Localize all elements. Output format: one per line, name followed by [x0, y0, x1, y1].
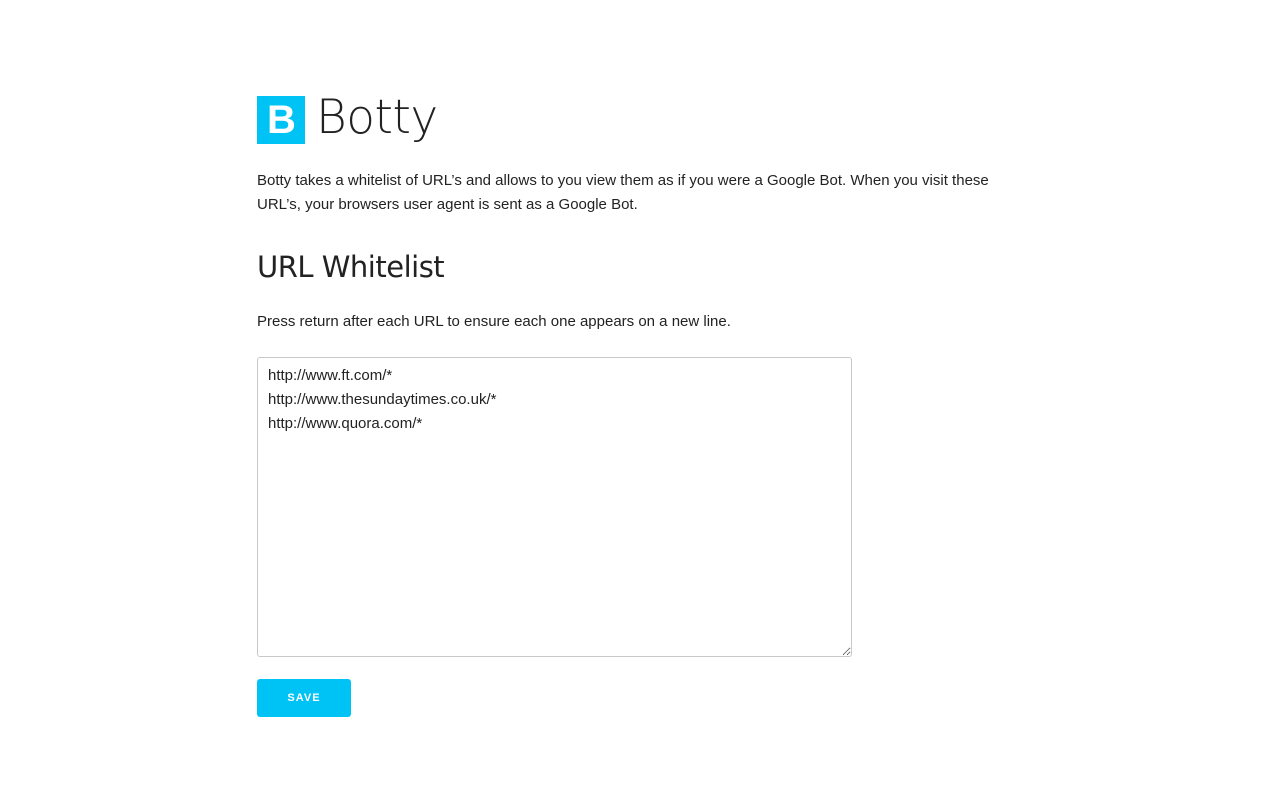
- url-whitelist-textarea[interactable]: http://www.ft.com/* http://www.thesunday…: [257, 357, 852, 657]
- section-title: URL Whitelist: [257, 250, 445, 284]
- app-title: Botty: [316, 90, 438, 145]
- options-page: B Botty Botty takes a whitelist of URL’s…: [257, 90, 1037, 717]
- save-button[interactable]: SAVE: [257, 679, 351, 717]
- intro-description: Botty takes a whitelist of URL’s and all…: [257, 172, 989, 213]
- brand-header: B Botty: [257, 90, 1037, 147]
- whitelist-hint: Press return after each URL to ensure ea…: [257, 313, 731, 330]
- botty-logo-icon: B: [257, 96, 305, 144]
